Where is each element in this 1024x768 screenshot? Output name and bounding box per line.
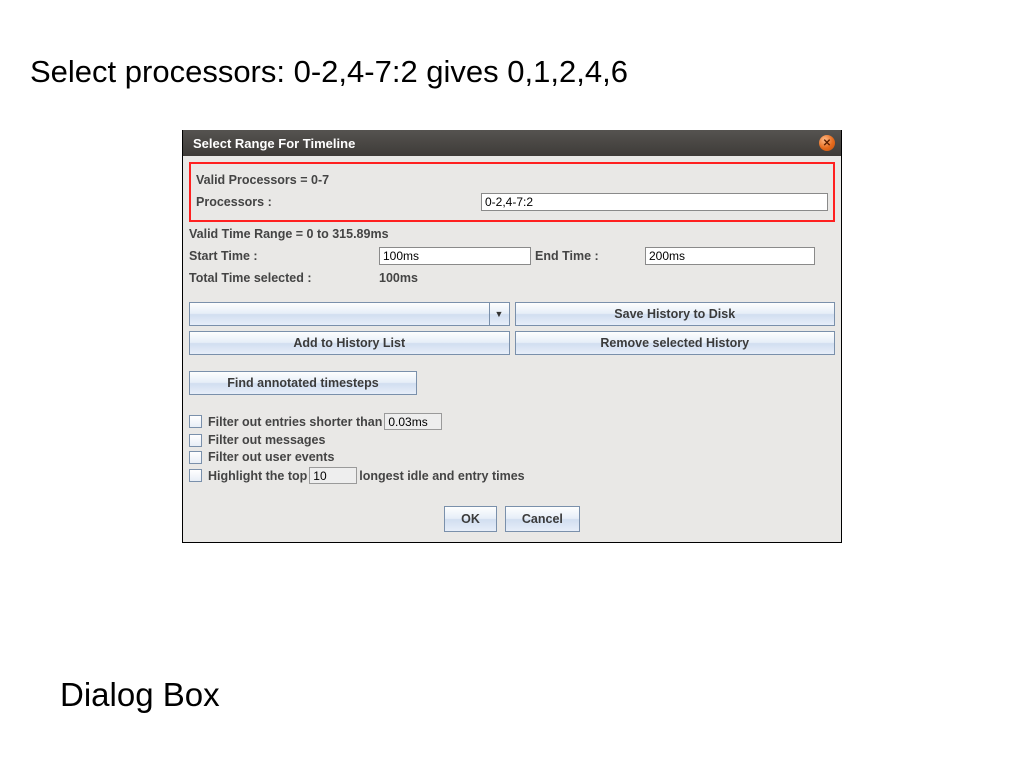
slide-caption: Dialog Box [60,676,220,714]
filter-user-events-label: Filter out user events [208,450,334,464]
start-time-input[interactable] [379,247,531,265]
history-combo[interactable]: ▼ [189,302,510,326]
chevron-down-icon: ▼ [489,303,509,325]
slide-title: Select processors: 0-2,4-7:2 gives 0,1,2… [30,54,628,90]
filter-short-input[interactable] [384,413,442,430]
find-annotated-button[interactable]: Find annotated timesteps [189,371,417,395]
end-time-input[interactable] [645,247,815,265]
start-time-label: Start Time : [189,249,379,263]
cancel-button[interactable]: Cancel [505,506,580,532]
remove-history-button[interactable]: Remove selected History [515,331,836,355]
valid-processors-label: Valid Processors = 0-7 [196,170,828,190]
filter-user-events-checkbox[interactable] [189,451,202,464]
processors-highlight-box: Valid Processors = 0-7 Processors : [189,162,835,222]
history-buttons-grid: ▼ Save History to Disk Add to History Li… [189,302,835,355]
save-history-button[interactable]: Save History to Disk [515,302,836,326]
filter-options: Filter out entries shorter than Filter o… [189,413,835,484]
total-time-label: Total Time selected : [189,271,379,285]
highlight-top-pre-label: Highlight the top [208,469,307,483]
highlight-top-checkbox[interactable] [189,469,202,482]
dialog-action-row: OK Cancel [189,506,835,532]
add-history-button[interactable]: Add to History List [189,331,510,355]
dialog-body: Valid Processors = 0-7 Processors : Vali… [183,156,841,542]
highlight-top-input[interactable] [309,467,357,484]
filter-short-label: Filter out entries shorter than [208,415,382,429]
dialog-window: Select Range For Timeline ✕ Valid Proces… [182,130,842,543]
total-time-value: 100ms [379,271,418,285]
valid-time-range-label: Valid Time Range = 0 to 315.89ms [189,224,835,244]
end-time-label: End Time : [535,249,645,263]
highlight-top-post-label: longest idle and entry times [359,469,524,483]
title-bar: Select Range For Timeline ✕ [183,130,841,156]
close-icon[interactable]: ✕ [819,135,835,151]
filter-short-checkbox[interactable] [189,415,202,428]
processors-input[interactable] [481,193,828,211]
window-title: Select Range For Timeline [193,136,355,151]
filter-messages-checkbox[interactable] [189,434,202,447]
filter-messages-label: Filter out messages [208,433,325,447]
ok-button[interactable]: OK [444,506,497,532]
processors-label: Processors : [196,195,481,209]
